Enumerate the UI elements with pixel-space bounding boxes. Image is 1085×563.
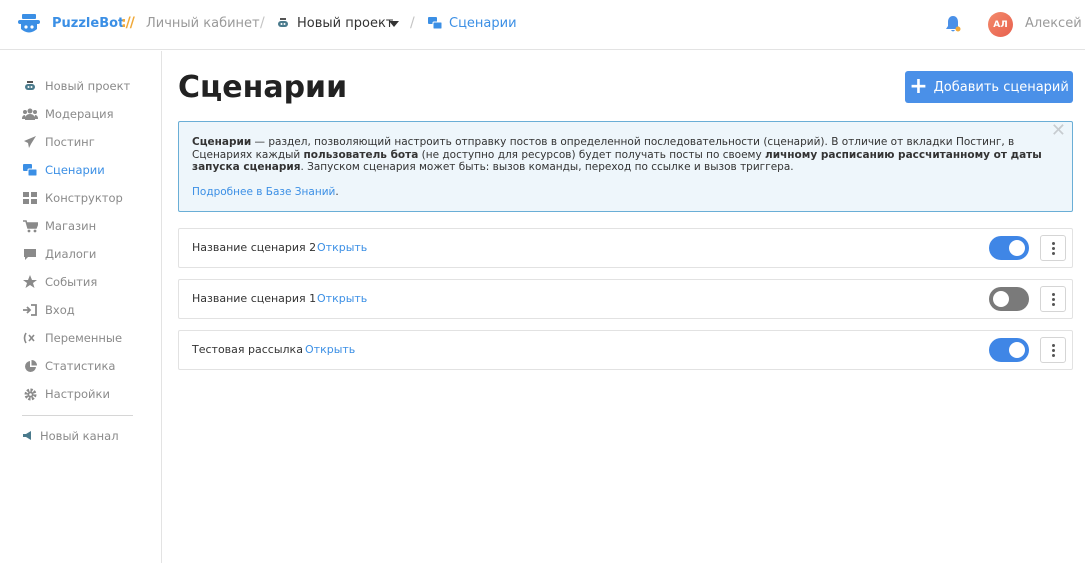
sidebar-item-posting[interactable]: Постинг bbox=[22, 132, 95, 152]
sidebar-item-new-project[interactable]: Новый проект bbox=[22, 76, 130, 96]
megaphone-icon bbox=[22, 429, 33, 443]
sidebar-item-label: Новый канал bbox=[40, 429, 119, 443]
scenario-toggle[interactable] bbox=[989, 236, 1029, 260]
more-menu-button[interactable] bbox=[1040, 286, 1066, 312]
avatar[interactable]: АЛ bbox=[988, 12, 1013, 37]
scenario-row: Тестовая рассылка Открыть bbox=[178, 330, 1073, 370]
info-text-part: . Запуском сценария может быть: вызов ко… bbox=[300, 161, 794, 173]
sidebar-divider bbox=[22, 415, 133, 416]
bell-icon[interactable] bbox=[945, 15, 961, 33]
knowledge-base-link-wrap: Подробнее в Базе Знаний. bbox=[192, 186, 339, 199]
dot-icon bbox=[1051, 251, 1055, 255]
sidebar-item-shop[interactable]: Магазин bbox=[22, 216, 96, 236]
scenario-row: Название сценария 2 Открыть bbox=[178, 228, 1073, 268]
toggle-knob bbox=[993, 291, 1009, 307]
sidebar-item-scenarios[interactable]: Сценарии bbox=[22, 160, 105, 180]
pie-chart-icon bbox=[22, 359, 38, 373]
breadcrumb-slash: / bbox=[260, 15, 265, 31]
info-bold-scenarios: Сценарии bbox=[192, 136, 252, 148]
breadcrumb-current[interactable]: Сценарии bbox=[449, 16, 517, 31]
dot-icon bbox=[1051, 302, 1055, 306]
chat-icon bbox=[22, 247, 38, 261]
sidebar-item-label: Конструктор bbox=[45, 191, 123, 205]
brand-name[interactable]: PuzzleBot bbox=[52, 16, 124, 31]
scenario-name: Название сценария 1 bbox=[192, 292, 317, 305]
scenarios-icon bbox=[428, 17, 443, 30]
info-banner: ✕ Сценарии — раздел, позволяющий настрои… bbox=[178, 121, 1073, 212]
dot-icon bbox=[1051, 246, 1055, 250]
sidebar: Новый проект Модерация Постинг Сценарии … bbox=[0, 51, 162, 563]
user-name[interactable]: Алексей bbox=[1025, 16, 1082, 31]
plus-icon: + bbox=[909, 74, 928, 99]
puzzlebot-logo-icon[interactable] bbox=[17, 12, 41, 36]
sidebar-item-label: События bbox=[45, 275, 98, 289]
star-icon bbox=[22, 275, 38, 289]
top-header: PuzzleBot :// Личный кабинет / Новый про… bbox=[0, 0, 1085, 50]
more-menu-button[interactable] bbox=[1040, 235, 1066, 261]
link-dot: . bbox=[335, 186, 339, 198]
scenario-name: Название сценария 2 bbox=[192, 241, 317, 254]
close-icon[interactable]: ✕ bbox=[1051, 122, 1066, 139]
sidebar-item-events[interactable]: События bbox=[22, 272, 97, 292]
sidebar-item-new-channel[interactable]: Новый канал bbox=[22, 426, 119, 446]
dot-icon bbox=[1051, 353, 1055, 357]
sidebar-item-dialogs[interactable]: Диалоги bbox=[22, 244, 96, 264]
info-text: Сценарии — раздел, позволяющий настроить… bbox=[192, 136, 1059, 174]
sidebar-item-login[interactable]: Вход bbox=[22, 300, 75, 320]
scenario-toggle[interactable] bbox=[989, 338, 1029, 362]
sidebar-item-label: Вход bbox=[45, 303, 75, 317]
breadcrumb-cabinet[interactable]: Личный кабинет bbox=[146, 16, 260, 31]
grid-icon bbox=[22, 191, 38, 205]
sign-in-icon bbox=[22, 303, 38, 317]
scenarios-icon bbox=[22, 163, 38, 177]
brand-separator: :// bbox=[121, 15, 135, 31]
sidebar-item-label: Постинг bbox=[45, 135, 95, 149]
scenario-name: Тестовая рассылка bbox=[192, 343, 303, 356]
sidebar-item-label: Новый проект bbox=[45, 79, 131, 93]
info-text-part: (не доступно для ресурсов) будет получат… bbox=[418, 148, 766, 161]
toggle-knob bbox=[1009, 240, 1025, 256]
dot-icon bbox=[1051, 297, 1055, 301]
dot-icon bbox=[1051, 241, 1055, 245]
breadcrumb-slash: / bbox=[410, 15, 415, 31]
sidebar-item-settings[interactable]: Настройки bbox=[22, 384, 110, 404]
bot-icon bbox=[278, 18, 288, 27]
sidebar-item-label: Переменные bbox=[45, 331, 123, 345]
sidebar-item-label: Статистика bbox=[45, 359, 116, 373]
sidebar-item-moderation[interactable]: Модерация bbox=[22, 104, 114, 124]
open-scenario-link[interactable]: Открыть bbox=[305, 343, 355, 356]
sidebar-item-label: Настройки bbox=[45, 387, 110, 401]
page-title: Сценарии bbox=[178, 70, 348, 105]
sidebar-item-label: Сценарии bbox=[45, 163, 105, 177]
scenario-row: Название сценария 1 Открыть bbox=[178, 279, 1073, 319]
variables-icon bbox=[22, 331, 38, 345]
bot-icon bbox=[22, 79, 38, 93]
users-icon bbox=[22, 107, 38, 121]
add-scenario-label: Добавить сценарий bbox=[933, 79, 1069, 95]
dot-icon bbox=[1051, 348, 1055, 352]
dot-icon bbox=[1051, 343, 1055, 347]
cart-icon bbox=[22, 219, 38, 233]
sidebar-item-label: Модерация bbox=[45, 107, 114, 121]
sidebar-item-variables[interactable]: Переменные bbox=[22, 328, 122, 348]
project-selector[interactable]: Новый проект bbox=[297, 16, 393, 31]
add-scenario-button[interactable]: + Добавить сценарий bbox=[905, 71, 1073, 103]
open-scenario-link[interactable]: Открыть bbox=[317, 241, 367, 254]
dot-icon bbox=[1051, 292, 1055, 296]
paper-plane-icon bbox=[22, 135, 38, 149]
open-scenario-link[interactable]: Открыть bbox=[317, 292, 367, 305]
sidebar-item-constructor[interactable]: Конструктор bbox=[22, 188, 123, 208]
gear-icon bbox=[22, 387, 38, 401]
more-menu-button[interactable] bbox=[1040, 337, 1066, 363]
toggle-knob bbox=[1009, 342, 1025, 358]
chevron-down-icon[interactable] bbox=[389, 21, 399, 27]
sidebar-item-label: Магазин bbox=[45, 219, 97, 233]
info-bold-user: пользователь бота bbox=[303, 148, 419, 161]
knowledge-base-link[interactable]: Подробнее в Базе Знаний bbox=[192, 186, 335, 198]
sidebar-item-label: Диалоги bbox=[45, 247, 97, 261]
sidebar-item-statistics[interactable]: Статистика bbox=[22, 356, 115, 376]
scenario-toggle[interactable] bbox=[989, 287, 1029, 311]
